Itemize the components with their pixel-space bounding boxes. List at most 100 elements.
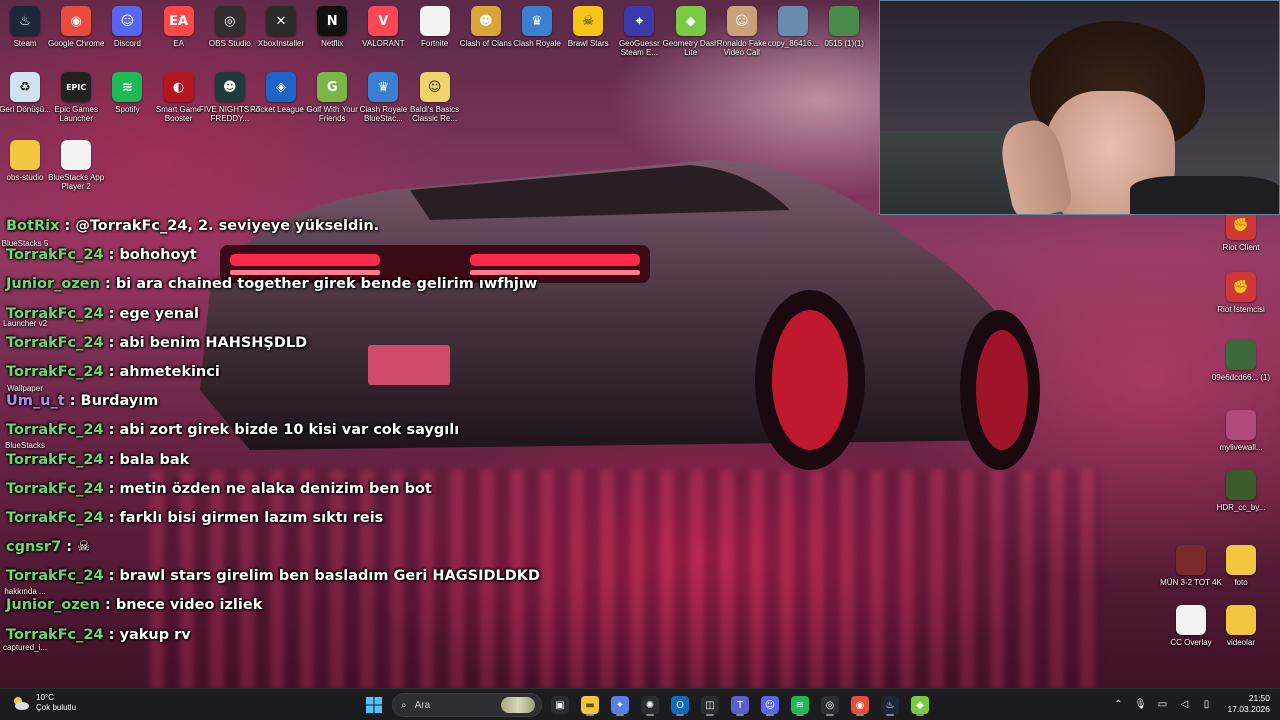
running-indicator (826, 714, 834, 716)
taskbar-app-spotify[interactable]: ≋ (788, 693, 812, 717)
chat-text: Burdayım (80, 393, 159, 410)
taskbar-app-copilot[interactable]: ✦ (608, 693, 632, 717)
discord-icon: ☺ (761, 696, 779, 714)
running-indicator (766, 714, 774, 716)
steam-icon: ♨ (10, 6, 40, 36)
desktop-icon-right-4[interactable]: HDR_cc_by... (1210, 470, 1272, 512)
ea-icon: EA (163, 6, 194, 36)
chrome-icon: ◉ (61, 6, 92, 36)
chat-separator: : (99, 597, 116, 614)
clock-date: 17.03.2026 (1227, 704, 1270, 714)
weather-widget[interactable]: 10°C Çok bulutlu (10, 693, 76, 713)
weather-temperature: 10°C (36, 693, 54, 702)
taskbar-apps: ⌕ ▣ ▬ ✦ ✺ O ◫ T ☺ ≋ ◎ ◉ ♨ ◆ (362, 693, 932, 717)
outlook-icon: O (671, 696, 689, 714)
taskbar-app-bluestacks[interactable]: ◆ (908, 693, 932, 717)
steam-icon: ♨ (881, 696, 899, 714)
desktop-icon-label: 0515 (1)(1) (824, 39, 864, 48)
webcam-person-shirt (1130, 176, 1279, 214)
desktop-icon-row3-1[interactable]: BlueStacks App Player 2 (45, 140, 107, 191)
golf-icon: G (317, 72, 348, 102)
network-icon[interactable]: ▭ (1155, 697, 1169, 711)
weather-cloud-icon (10, 695, 30, 711)
taskbar-app-discord[interactable]: ☺ (758, 693, 782, 717)
chat-text: bnece video izliek (115, 597, 263, 614)
chat-username: TorrakFc_24 (6, 626, 104, 643)
volume-icon[interactable]: ◁ (1177, 697, 1191, 711)
chat-separator: : (59, 218, 76, 234)
tray-overflow-chevron-icon[interactable]: ⌃ (1111, 697, 1125, 711)
chat-separator: : (103, 568, 120, 585)
taskbar-app-file-explorer[interactable]: ▬ (578, 693, 602, 717)
desktop-icon-right-2[interactable]: 09e6dcd66... (1) (1210, 340, 1272, 382)
store-icon: ◫ (701, 696, 719, 714)
chatgpt-icon: ✺ (641, 696, 659, 714)
microphone-icon[interactable]: 🎙︎ (1133, 697, 1147, 711)
chat-separator: : (103, 509, 120, 526)
copilot-icon: ✦ (611, 696, 629, 714)
chat-username: TorrakFc_24 (6, 509, 104, 526)
running-indicator (796, 714, 804, 716)
desktop-icon-right-6[interactable]: foto (1210, 545, 1272, 587)
taskbar-app-store[interactable]: ◫ (698, 693, 722, 717)
desktop-icon-right-3[interactable]: mylivewall... (1210, 410, 1272, 452)
taskbar-app-chrome[interactable]: ◉ (848, 693, 872, 717)
obs-icon: ◎ (214, 6, 245, 36)
taskbar-app-outlook[interactable]: O (668, 693, 692, 717)
chat-username: TorrakFc_24 (6, 247, 104, 264)
chat-username: TorrakFc_24 (6, 451, 104, 468)
desktop-icon-right-0[interactable]: ✊ Riot Client (1210, 210, 1272, 252)
chat-text: bi ara chained together girek bende geli… (115, 276, 538, 293)
chat-separator: : (103, 626, 120, 643)
file-image-icon (1176, 545, 1206, 575)
taskbar-app-obs[interactable]: ◎ (818, 693, 842, 717)
running-indicator (916, 714, 924, 716)
xbox-icon: ✕ (266, 6, 296, 36)
taskbar-app-task-view[interactable]: ▣ (548, 693, 572, 717)
file-image-icon (1226, 340, 1256, 370)
game-booster-icon: ◐ (163, 72, 194, 102)
desktop-icon-right-1[interactable]: ✊ Riot İstemcisi (1210, 272, 1272, 314)
clock[interactable]: 21:50 17.03.2026 (1227, 693, 1270, 715)
spotify-icon: ≋ (112, 72, 143, 102)
chat-separator: : (99, 276, 116, 293)
taskbar-app-teams[interactable]: T (728, 693, 752, 717)
chat-text: yakup rv (119, 626, 191, 643)
desktop-icon-row2-8[interactable]: ☺ Baldi's Basics Classic Re... (404, 72, 466, 123)
running-indicator (646, 714, 654, 716)
desktop-icon-label: HDR_cc_by... (1216, 503, 1266, 512)
desktop-icon-right-8[interactable]: videolar (1210, 605, 1272, 647)
geometry-dash-icon: ◆ (675, 6, 706, 36)
search-input[interactable] (414, 699, 475, 711)
obs-icon: ◎ (821, 696, 839, 714)
desktop-icon-label: 09e6dcd66... (1) (1211, 373, 1271, 382)
desktop-icon-label: Riot Client (1222, 243, 1260, 252)
folder-icon (10, 140, 40, 170)
start-button[interactable] (362, 693, 386, 717)
desktop-icon-label: foto (1234, 578, 1248, 587)
chat-text: ahmetekinci (119, 363, 220, 380)
desktop-icon-top-16[interactable]: 0515 (1)(1) (813, 6, 875, 48)
chat-message: cgnsr7 : ☠ (6, 533, 566, 562)
chat-separator: : (103, 451, 120, 468)
chat-message: TorrakFc_24 : brawl stars girelim ben ba… (6, 562, 566, 591)
desktop-icon-label: Baldi's Basics Classic Re... (410, 105, 460, 123)
chat-message: Junior_ozen : bnece video izliek (6, 591, 566, 620)
search-highlight-thumbnail (501, 697, 535, 713)
chat-message: TorrakFc_24 : farklı bisi girmen lazım s… (6, 504, 566, 533)
rocket-league-icon: ◈ (266, 72, 296, 102)
windows-logo-icon (366, 697, 382, 713)
clash-of-clans-icon: ☻ (470, 6, 501, 36)
brawl-stars-icon: ☠ (573, 6, 604, 36)
taskbar-search[interactable]: ⌕ (392, 693, 542, 717)
battery-icon[interactable]: ▯ (1199, 697, 1213, 711)
chat-text: abi zort girek bizde 10 kisi var cok say… (119, 422, 460, 439)
chat-message: TorrakFc_24 : ahmetekinci (6, 358, 566, 387)
taskbar: 10°C Çok bulutlu ⌕ ▣ ▬ ✦ ✺ O ◫ T ☺ ≋ ◎ ◉ ♨ ◆ ⌃ 🎙︎ ▭ … (0, 688, 1280, 720)
chat-message: TorrakFc_24 : yakup rv (6, 621, 566, 650)
taskbar-app-chatgpt[interactable]: ✺ (638, 693, 662, 717)
chat-message: TorrakFc_24 : abi zort girek bizde 10 ki… (6, 416, 566, 445)
chat-text: bohohoyt (119, 247, 197, 264)
chat-username: TorrakFc_24 (6, 568, 104, 585)
taskbar-app-steam[interactable]: ♨ (878, 693, 902, 717)
